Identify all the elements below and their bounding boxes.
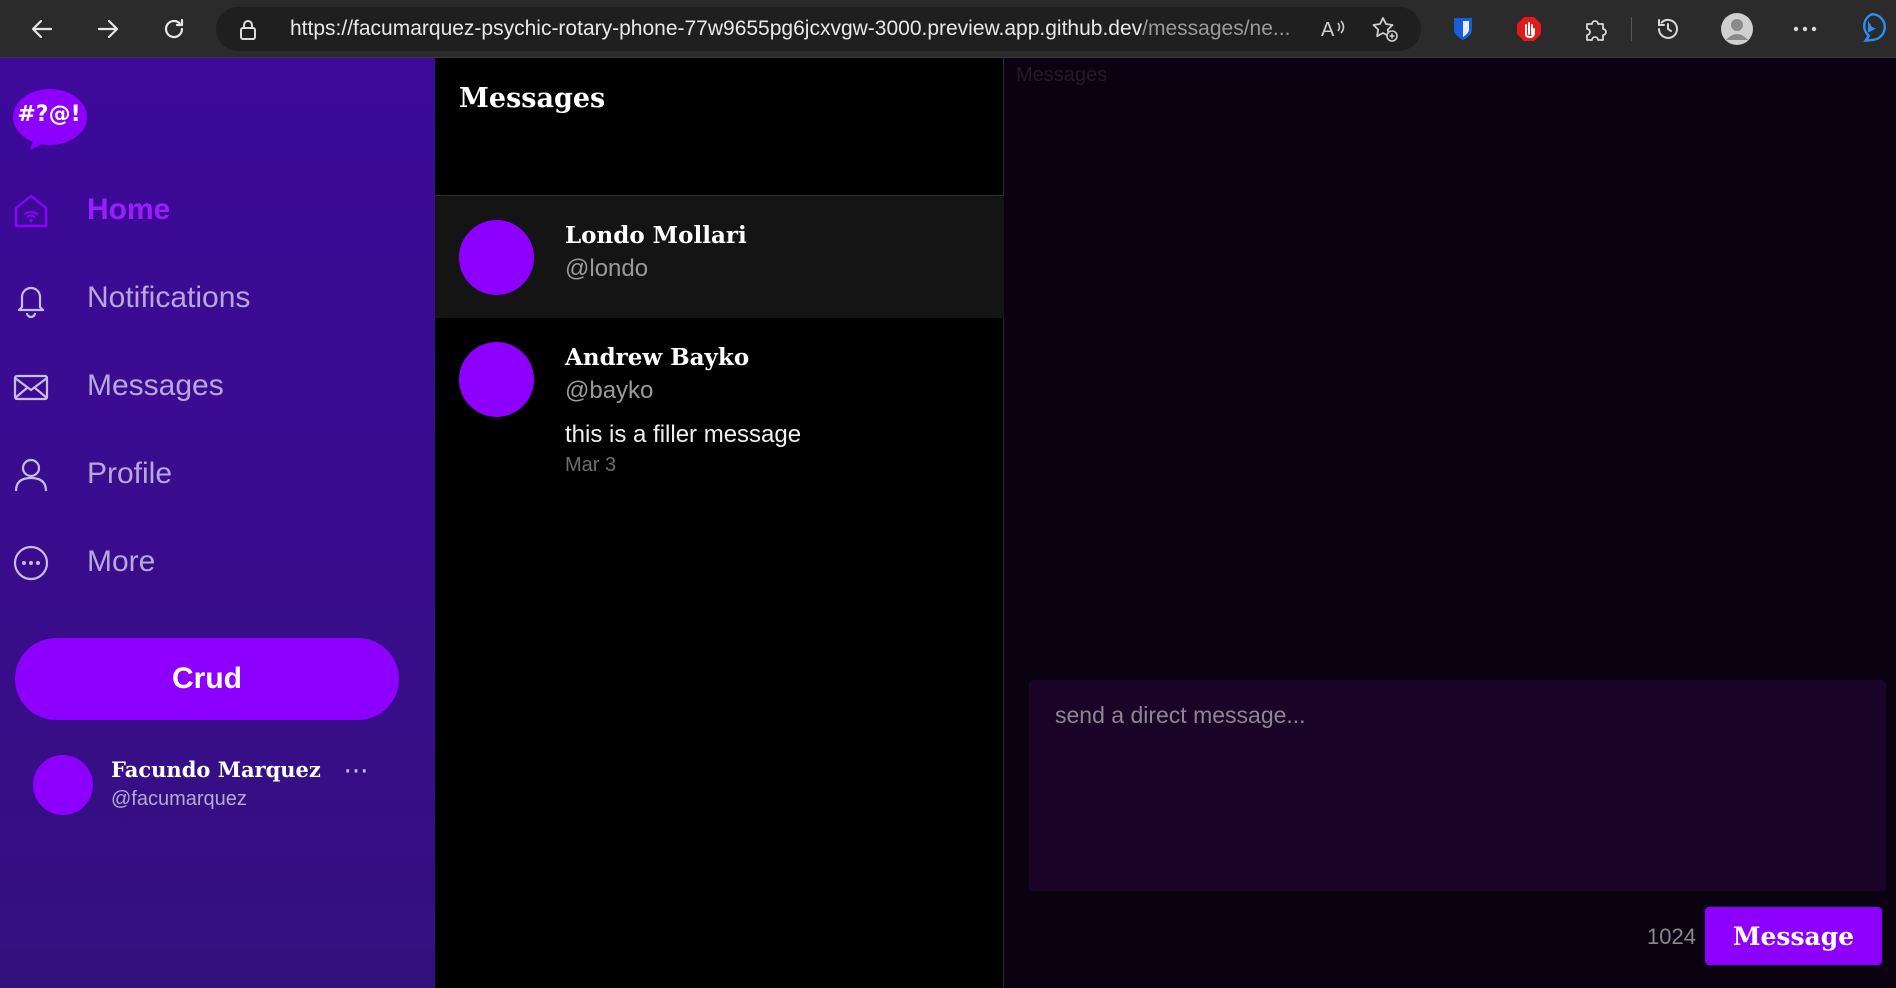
person-icon [12, 456, 50, 494]
user-handle: @facumarquez [111, 788, 247, 810]
chat-header: Messages [1016, 64, 1108, 86]
sidebar-label-notifications: Notifications [87, 281, 251, 314]
conversation-name: Andrew Bayko [565, 344, 750, 371]
user-name: Facundo Marquez [111, 757, 321, 782]
conversation-preview: this is a filler message [565, 421, 802, 448]
sidebar-item-messages[interactable]: Messages [0, 355, 435, 417]
avatar [459, 220, 534, 295]
lock-icon[interactable] [238, 19, 258, 45]
url-text[interactable]: https://facumarquez-psychic-rotary-phone… [290, 7, 1290, 51]
read-aloud-icon[interactable]: A [1320, 15, 1348, 43]
conversation-name: Londo Mollari [565, 222, 747, 249]
bitwarden-extension-icon[interactable] [1447, 13, 1479, 45]
profile-avatar-icon[interactable] [1721, 13, 1753, 45]
avatar [33, 755, 93, 815]
conversation-handle: @londo [565, 255, 649, 282]
account-switcher[interactable]: Facundo Marquez @facumarquez ··· [0, 751, 435, 831]
history-icon[interactable] [1652, 13, 1684, 45]
conversation-item-londo[interactable]: Londo Mollari @londo [435, 196, 1004, 318]
conversation-handle: @bayko [565, 377, 654, 404]
bell-icon [12, 280, 50, 318]
extensions-icon[interactable] [1579, 13, 1611, 45]
direct-message-input[interactable] [1029, 680, 1886, 891]
chat-pane: Messages 1024 Message [1004, 58, 1896, 988]
address-bar[interactable]: https://facumarquez-psychic-rotary-phone… [216, 7, 1421, 51]
crud-button[interactable]: Crud [15, 638, 399, 720]
sidebar-label-profile: Profile [87, 457, 173, 490]
conversation-date: Mar 3 [565, 454, 617, 476]
settings-more-icon[interactable] [1789, 13, 1821, 45]
sidebar-item-profile[interactable]: Profile [0, 443, 435, 505]
back-icon[interactable] [22, 9, 62, 49]
forward-icon[interactable] [88, 9, 128, 49]
character-count: 1024 [1647, 924, 1696, 949]
sidebar-label-more: More [87, 545, 156, 578]
toolbar-separator [1631, 17, 1632, 41]
sidebar-label-home: Home [87, 193, 171, 226]
app-root: #?@! Home Notifications Messages Profile [0, 58, 1896, 988]
avatar [459, 342, 534, 417]
adblock-extension-icon[interactable] [1513, 13, 1545, 45]
logo-text: #?@! [17, 102, 81, 127]
bing-icon[interactable] [1856, 11, 1888, 43]
send-message-button[interactable]: Message [1705, 907, 1882, 965]
sidebar: #?@! Home Notifications Messages Profile [0, 58, 435, 988]
more-circle-icon [12, 544, 50, 582]
sidebar-label-messages: Messages [87, 369, 224, 402]
conversation-item-bayko[interactable]: Andrew Bayko @bayko this is a filler mes… [435, 318, 1004, 488]
sidebar-item-more[interactable]: More [0, 531, 435, 593]
refresh-icon[interactable] [154, 9, 194, 49]
sidebar-item-home[interactable]: Home [0, 179, 435, 241]
home-icon [12, 192, 50, 230]
page-title: Messages [459, 83, 606, 114]
url-path: /messages/ne... [1142, 17, 1290, 40]
sidebar-item-notifications[interactable]: Notifications [0, 267, 435, 329]
favorite-add-icon[interactable] [1371, 15, 1399, 43]
app-logo[interactable]: #?@! [12, 88, 90, 152]
browser-toolbar: https://facumarquez-psychic-rotary-phone… [0, 0, 1896, 58]
url-main: https://facumarquez-psychic-rotary-phone… [290, 17, 1143, 40]
conversation-list: Messages Londo Mollari @londo Andrew Bay… [435, 58, 1004, 988]
envelope-icon [12, 368, 50, 406]
svg-text:A: A [1321, 19, 1335, 40]
account-more-icon[interactable]: ··· [338, 759, 374, 791]
